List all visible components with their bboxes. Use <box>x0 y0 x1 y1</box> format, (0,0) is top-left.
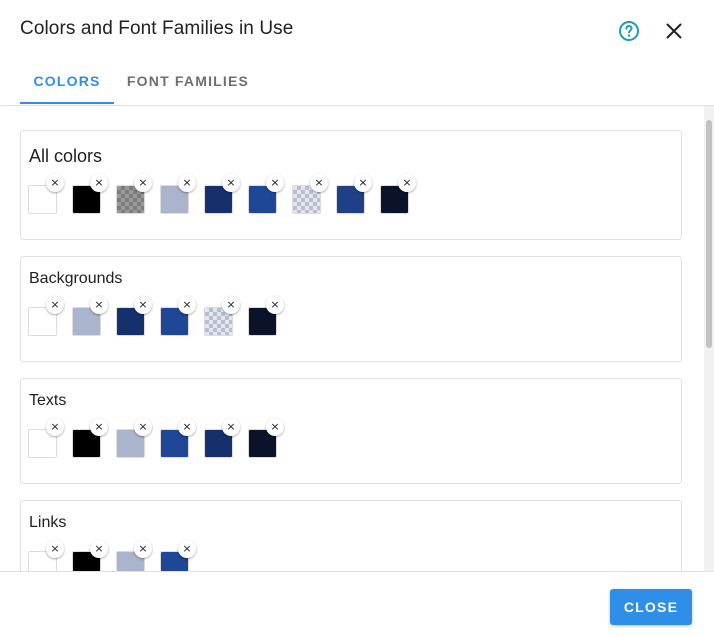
color-swatch: × <box>204 296 240 336</box>
dialog-header: Colors and Font Families in Use <box>0 0 714 60</box>
section-title: Links <box>29 514 67 531</box>
remove-color-icon[interactable]: × <box>398 174 416 192</box>
dialog-title: Colors and Font Families in Use <box>20 18 294 39</box>
color-swatch: × <box>160 174 196 214</box>
color-swatch: × <box>28 540 64 571</box>
color-swatch: × <box>248 296 284 336</box>
close-icon[interactable] <box>662 19 686 43</box>
color-swatch: × <box>248 174 284 214</box>
active-tab-indicator <box>20 102 114 104</box>
remove-color-icon[interactable]: × <box>134 418 152 436</box>
remove-color-icon[interactable]: × <box>178 540 196 558</box>
remove-color-icon[interactable]: × <box>222 174 240 192</box>
remove-color-icon[interactable]: × <box>46 296 64 314</box>
color-swatch: × <box>336 174 372 214</box>
color-swatch: × <box>380 174 416 214</box>
color-swatch: × <box>28 174 64 214</box>
color-swatch: × <box>248 418 284 458</box>
dialog-content: All colors × × × × × × × × × Backgrounds × × × × × × … <box>0 106 714 571</box>
remove-color-icon[interactable]: × <box>354 174 372 192</box>
remove-color-icon[interactable]: × <box>90 174 108 192</box>
section-all-colors: All colors × × × × × × × × × <box>20 130 682 240</box>
color-swatch: × <box>72 296 108 336</box>
section-links: Links × × × × <box>20 500 682 571</box>
color-swatch: × <box>28 418 64 458</box>
remove-color-icon[interactable]: × <box>134 540 152 558</box>
remove-color-icon[interactable]: × <box>178 174 196 192</box>
color-swatch: × <box>116 540 152 571</box>
remove-color-icon[interactable]: × <box>134 296 152 314</box>
close-button[interactable]: CLOSE <box>610 589 692 625</box>
section-title: All colors <box>29 146 103 166</box>
dialog-footer: CLOSE <box>0 571 714 636</box>
color-swatch: × <box>160 418 196 458</box>
remove-color-icon[interactable]: × <box>266 296 284 314</box>
color-swatch: × <box>116 296 152 336</box>
scrollbar[interactable] <box>704 106 714 571</box>
tab-colors[interactable]: COLORS <box>20 60 114 105</box>
remove-color-icon[interactable]: × <box>266 418 284 436</box>
color-swatch: × <box>72 418 108 458</box>
section-title: Backgrounds <box>29 270 123 287</box>
color-swatch: × <box>72 540 108 571</box>
remove-color-icon[interactable]: × <box>46 418 64 436</box>
color-swatch: × <box>72 174 108 214</box>
remove-color-icon[interactable]: × <box>90 540 108 558</box>
help-icon[interactable] <box>617 19 641 43</box>
tab-bar: COLORS FONT FAMILIES <box>0 60 714 106</box>
remove-color-icon[interactable]: × <box>178 418 196 436</box>
section-texts: Texts × × × × × × <box>20 378 682 484</box>
color-swatch: × <box>160 540 196 571</box>
remove-color-icon[interactable]: × <box>266 174 284 192</box>
color-swatch: × <box>28 296 64 336</box>
remove-color-icon[interactable]: × <box>134 174 152 192</box>
section-backgrounds: Backgrounds × × × × × × <box>20 256 682 362</box>
color-swatch: × <box>116 174 152 214</box>
color-swatch: × <box>204 418 240 458</box>
colors-fonts-dialog: Colors and Font Families in Use COLORS F… <box>0 0 714 636</box>
remove-color-icon[interactable]: × <box>222 296 240 314</box>
remove-color-icon[interactable]: × <box>90 418 108 436</box>
color-swatch: × <box>292 174 328 214</box>
remove-color-icon[interactable]: × <box>222 418 240 436</box>
remove-color-icon[interactable]: × <box>46 540 64 558</box>
remove-color-icon[interactable]: × <box>310 174 328 192</box>
scrollbar-thumb[interactable] <box>706 120 712 348</box>
remove-color-icon[interactable]: × <box>46 174 64 192</box>
color-swatch: × <box>160 296 196 336</box>
color-swatch: × <box>204 174 240 214</box>
tab-font-families[interactable]: FONT FAMILIES <box>114 60 262 105</box>
section-title: Texts <box>29 392 67 409</box>
color-swatch: × <box>116 418 152 458</box>
remove-color-icon[interactable]: × <box>90 296 108 314</box>
remove-color-icon[interactable]: × <box>178 296 196 314</box>
